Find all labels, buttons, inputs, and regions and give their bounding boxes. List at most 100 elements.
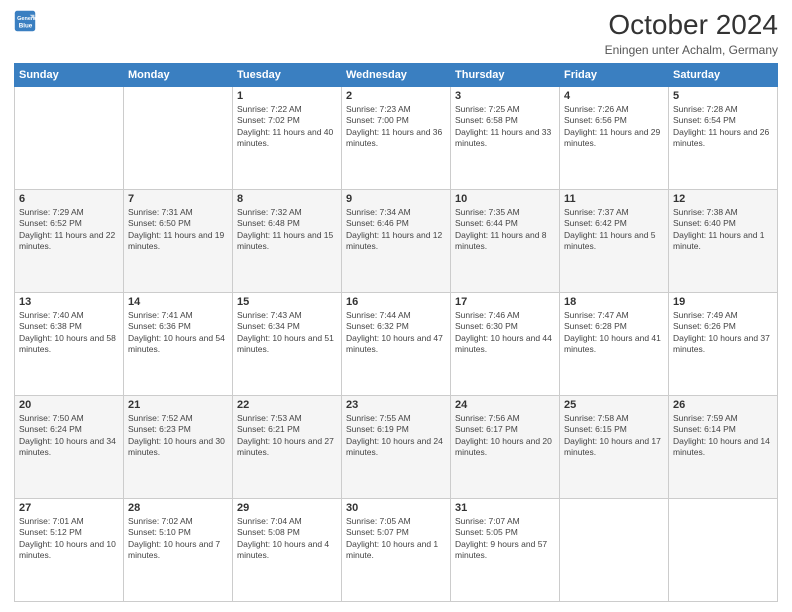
daylight-text: Daylight: 10 hours and 20 minutes. bbox=[455, 436, 555, 459]
day-info: Sunrise: 7:35 AMSunset: 6:44 PMDaylight:… bbox=[455, 207, 555, 253]
calendar-day-cell: 7Sunrise: 7:31 AMSunset: 6:50 PMDaylight… bbox=[124, 189, 233, 292]
day-info: Sunrise: 7:05 AMSunset: 5:07 PMDaylight:… bbox=[346, 516, 446, 562]
sunset-text: Sunset: 6:46 PM bbox=[346, 218, 446, 229]
day-info: Sunrise: 7:29 AMSunset: 6:52 PMDaylight:… bbox=[19, 207, 119, 253]
sunset-text: Sunset: 6:54 PM bbox=[673, 115, 773, 126]
sunset-text: Sunset: 6:26 PM bbox=[673, 321, 773, 332]
day-of-week-header: Tuesday bbox=[233, 63, 342, 86]
sunset-text: Sunset: 6:19 PM bbox=[346, 424, 446, 435]
daylight-text: Daylight: 10 hours and 1 minute. bbox=[346, 539, 446, 562]
day-info: Sunrise: 7:41 AMSunset: 6:36 PMDaylight:… bbox=[128, 310, 228, 356]
day-info: Sunrise: 7:04 AMSunset: 5:08 PMDaylight:… bbox=[237, 516, 337, 562]
day-info: Sunrise: 7:07 AMSunset: 5:05 PMDaylight:… bbox=[455, 516, 555, 562]
sunset-text: Sunset: 5:07 PM bbox=[346, 527, 446, 538]
day-info: Sunrise: 7:02 AMSunset: 5:10 PMDaylight:… bbox=[128, 516, 228, 562]
calendar-day-cell bbox=[15, 86, 124, 189]
daylight-text: Daylight: 10 hours and 44 minutes. bbox=[455, 333, 555, 356]
sunset-text: Sunset: 7:00 PM bbox=[346, 115, 446, 126]
sunrise-text: Sunrise: 7:25 AM bbox=[455, 104, 555, 115]
day-info: Sunrise: 7:31 AMSunset: 6:50 PMDaylight:… bbox=[128, 207, 228, 253]
month-title: October 2024 bbox=[605, 10, 778, 41]
daylight-text: Daylight: 10 hours and 7 minutes. bbox=[128, 539, 228, 562]
daylight-text: Daylight: 11 hours and 36 minutes. bbox=[346, 127, 446, 150]
header: General Blue October 2024 Eningen unter … bbox=[14, 10, 778, 57]
sunrise-text: Sunrise: 7:52 AM bbox=[128, 413, 228, 424]
calendar-day-cell: 3Sunrise: 7:25 AMSunset: 6:58 PMDaylight… bbox=[451, 86, 560, 189]
sunrise-text: Sunrise: 7:59 AM bbox=[673, 413, 773, 424]
calendar-day-cell: 20 Sunrise: 7:50 AMSunset: 6:24 PMDayligh… bbox=[15, 395, 124, 498]
sunset-text: Sunset: 5:05 PM bbox=[455, 527, 555, 538]
day-number: 25 bbox=[564, 399, 664, 411]
calendar-day-cell bbox=[560, 498, 669, 601]
day-info: Sunrise: 7:55 AMSunset: 6:19 PMDaylight:… bbox=[346, 413, 446, 459]
header-row: SundayMondayTuesdayWednesdayThursdayFrid… bbox=[15, 63, 778, 86]
calendar-day-cell: 11Sunrise: 7:37 AMSunset: 6:42 PMDayligh… bbox=[560, 189, 669, 292]
logo: General Blue bbox=[14, 10, 36, 32]
calendar-day-cell: 18Sunrise: 7:47 AMSunset: 6:28 PMDayligh… bbox=[560, 292, 669, 395]
calendar-day-cell: 15 Sunrise: 7:43 AMSunset: 6:34 PMDayligh… bbox=[233, 292, 342, 395]
sunrise-text: Sunrise: 7:56 AM bbox=[455, 413, 555, 424]
day-number: 31 bbox=[455, 502, 555, 514]
day-number: 12 bbox=[673, 193, 773, 205]
day-info: Sunrise: 7:56 AMSunset: 6:17 PMDaylight:… bbox=[455, 413, 555, 459]
daylight-text: Daylight: 11 hours and 22 minutes. bbox=[19, 230, 119, 253]
day-of-week-header: Thursday bbox=[451, 63, 560, 86]
day-info: Sunrise: 7:53 AMSunset: 6:21 PMDaylight:… bbox=[237, 413, 337, 459]
sunset-text: Sunset: 6:23 PM bbox=[128, 424, 228, 435]
calendar-day-cell: 30 Sunrise: 7:05 AMSunset: 5:07 PMDayligh… bbox=[342, 498, 451, 601]
day-of-week-header: Sunday bbox=[15, 63, 124, 86]
day-number: 21 bbox=[128, 399, 228, 411]
sunset-text: Sunset: 6:58 PM bbox=[455, 115, 555, 126]
day-number: 6 bbox=[19, 193, 119, 205]
daylight-text: Daylight: 10 hours and 34 minutes. bbox=[19, 436, 119, 459]
sunset-text: Sunset: 6:15 PM bbox=[564, 424, 664, 435]
daylight-text: Daylight: 11 hours and 26 minutes. bbox=[673, 127, 773, 150]
day-of-week-header: Monday bbox=[124, 63, 233, 86]
day-info: Sunrise: 7:43 AMSunset: 6:34 PMDaylight:… bbox=[237, 310, 337, 356]
day-info: Sunrise: 7:50 AMSunset: 6:24 PMDaylight:… bbox=[19, 413, 119, 459]
sunset-text: Sunset: 6:40 PM bbox=[673, 218, 773, 229]
day-number: 13 bbox=[19, 296, 119, 308]
sunset-text: Sunset: 6:52 PM bbox=[19, 218, 119, 229]
calendar-day-cell: 14Sunrise: 7:41 AMSunset: 6:36 PMDayligh… bbox=[124, 292, 233, 395]
calendar-day-cell: 16Sunrise: 7:44 AMSunset: 6:32 PMDayligh… bbox=[342, 292, 451, 395]
daylight-text: Daylight: 10 hours and 37 minutes. bbox=[673, 333, 773, 356]
day-info: Sunrise: 7:46 AMSunset: 6:30 PMDaylight:… bbox=[455, 310, 555, 356]
day-number: 20 bbox=[19, 399, 119, 411]
sunset-text: Sunset: 5:12 PM bbox=[19, 527, 119, 538]
day-number: 3 bbox=[455, 90, 555, 102]
calendar-day-cell: 13Sunrise: 7:40 AMSunset: 6:38 PMDayligh… bbox=[15, 292, 124, 395]
calendar-day-cell: 31 Sunrise: 7:07 AMSunset: 5:05 PMDayligh… bbox=[451, 498, 560, 601]
daylight-text: Daylight: 10 hours and 14 minutes. bbox=[673, 436, 773, 459]
day-number: 27 bbox=[19, 502, 119, 514]
day-info: Sunrise: 7:49 AMSunset: 6:26 PMDaylight:… bbox=[673, 310, 773, 356]
daylight-text: Daylight: 10 hours and 47 minutes. bbox=[346, 333, 446, 356]
day-number: 9 bbox=[346, 193, 446, 205]
day-number: 4 bbox=[564, 90, 664, 102]
day-of-week-header: Saturday bbox=[669, 63, 778, 86]
calendar-day-cell: 17Sunrise: 7:46 AMSunset: 6:30 PMDayligh… bbox=[451, 292, 560, 395]
daylight-text: Daylight: 10 hours and 27 minutes. bbox=[237, 436, 337, 459]
daylight-text: Daylight: 9 hours and 57 minutes. bbox=[455, 539, 555, 562]
sunrise-text: Sunrise: 7:43 AM bbox=[237, 310, 337, 321]
daylight-text: Daylight: 11 hours and 12 minutes. bbox=[346, 230, 446, 253]
daylight-text: Daylight: 11 hours and 5 minutes. bbox=[564, 230, 664, 253]
day-info: Sunrise: 7:28 AMSunset: 6:54 PMDaylight:… bbox=[673, 104, 773, 150]
calendar-day-cell: 12Sunrise: 7:38 AMSunset: 6:40 PMDayligh… bbox=[669, 189, 778, 292]
day-of-week-header: Wednesday bbox=[342, 63, 451, 86]
calendar-week-row: 1Sunrise: 7:22 AMSunset: 7:02 PMDaylight… bbox=[15, 86, 778, 189]
sunset-text: Sunset: 5:10 PM bbox=[128, 527, 228, 538]
calendar-day-cell: 1Sunrise: 7:22 AMSunset: 7:02 PMDaylight… bbox=[233, 86, 342, 189]
day-info: Sunrise: 7:59 AMSunset: 6:14 PMDaylight:… bbox=[673, 413, 773, 459]
calendar-day-cell: 24Sunrise: 7:56 AMSunset: 6:17 PMDayligh… bbox=[451, 395, 560, 498]
day-info: Sunrise: 7:01 AMSunset: 5:12 PMDaylight:… bbox=[19, 516, 119, 562]
sunset-text: Sunset: 6:48 PM bbox=[237, 218, 337, 229]
sunrise-text: Sunrise: 7:58 AM bbox=[564, 413, 664, 424]
day-number: 28 bbox=[128, 502, 228, 514]
sunset-text: Sunset: 6:24 PM bbox=[19, 424, 119, 435]
day-number: 30 bbox=[346, 502, 446, 514]
day-info: Sunrise: 7:22 AMSunset: 7:02 PMDaylight:… bbox=[237, 104, 337, 150]
daylight-text: Daylight: 10 hours and 17 minutes. bbox=[564, 436, 664, 459]
calendar-day-cell: 19Sunrise: 7:49 AMSunset: 6:26 PMDayligh… bbox=[669, 292, 778, 395]
day-number: 15 bbox=[237, 296, 337, 308]
